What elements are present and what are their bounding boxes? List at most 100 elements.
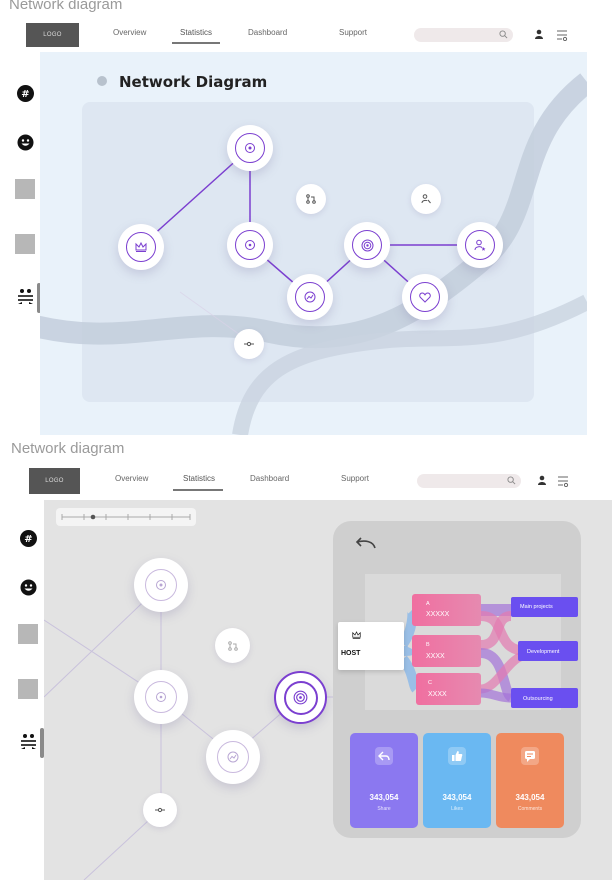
crown-icon bbox=[352, 631, 361, 639]
share-icon bbox=[375, 747, 393, 765]
target-label: Development bbox=[527, 649, 560, 655]
user-tool-icon bbox=[421, 194, 431, 204]
target-label: Outsourcing bbox=[523, 696, 553, 702]
bullseye-icon bbox=[361, 239, 373, 251]
nav-dashboard[interactable]: Dashboard bbox=[248, 28, 287, 37]
source-value: XXXX bbox=[428, 691, 447, 698]
source-value: XXXX bbox=[426, 653, 445, 660]
svg-text:#: # bbox=[24, 534, 32, 545]
nav-support[interactable]: Support bbox=[339, 28, 367, 37]
source-node-c[interactable]: C XXXX bbox=[416, 673, 481, 705]
smiley-icon[interactable] bbox=[20, 579, 37, 596]
node-bullseye[interactable] bbox=[344, 222, 390, 268]
active-tab-indicator bbox=[173, 489, 223, 491]
user-icon[interactable] bbox=[537, 475, 547, 485]
section-title: Network diagram bbox=[9, 0, 123, 13]
placeholder-square[interactable] bbox=[18, 624, 38, 644]
node-chart[interactable] bbox=[287, 274, 333, 320]
stat-card-comments[interactable]: 343,054 Comments bbox=[496, 733, 564, 828]
stat-value: 343,054 bbox=[369, 793, 399, 802]
trend-chart-icon bbox=[227, 751, 239, 763]
node-commit[interactable] bbox=[234, 329, 264, 359]
host-label: HOST bbox=[341, 650, 361, 657]
search-input[interactable] bbox=[417, 474, 521, 488]
stat-value: 343,054 bbox=[515, 793, 545, 802]
search-input[interactable] bbox=[414, 28, 513, 42]
smiley-icon[interactable] bbox=[17, 134, 34, 151]
nav-dashboard[interactable]: Dashboard bbox=[250, 474, 289, 483]
nav-overview[interactable]: Overview bbox=[113, 28, 146, 37]
node-user-tool[interactable] bbox=[411, 184, 441, 214]
target-node-main-projects[interactable]: Main projects bbox=[511, 597, 578, 617]
node-detail-panel: HOST A XXXXX B XXXX C XXXX Main projects… bbox=[333, 521, 581, 838]
node-chart[interactable] bbox=[206, 730, 260, 784]
like-icon bbox=[448, 747, 466, 765]
node-user-star[interactable] bbox=[457, 222, 503, 268]
stat-label: Likes bbox=[451, 806, 463, 812]
git-commit-icon bbox=[244, 341, 254, 347]
stat-card-share[interactable]: 343,054 Share bbox=[350, 733, 418, 828]
source-letter: C bbox=[428, 680, 432, 686]
search-icon bbox=[507, 476, 516, 485]
node-heart[interactable] bbox=[402, 274, 448, 320]
node-pull-request[interactable] bbox=[215, 628, 250, 663]
git-pull-request-icon bbox=[306, 194, 316, 204]
user-star-icon bbox=[474, 239, 486, 251]
users-swap-icon[interactable] bbox=[20, 733, 37, 750]
target-node-outsourcing[interactable]: Outsourcing bbox=[511, 688, 578, 708]
nav-support[interactable]: Support bbox=[341, 474, 369, 483]
section-title: Network diagram bbox=[11, 440, 125, 457]
heart-icon bbox=[419, 291, 431, 303]
filter-menu-icon[interactable] bbox=[557, 475, 569, 487]
nav-statistics[interactable]: Statistics bbox=[180, 28, 212, 37]
node-center[interactable] bbox=[227, 222, 273, 268]
svg-text:#: # bbox=[21, 89, 29, 100]
stat-card-likes[interactable]: 343,054 Likes bbox=[423, 733, 491, 828]
bullseye-icon bbox=[293, 690, 308, 705]
node-bullseye-selected[interactable] bbox=[274, 671, 327, 724]
node-center[interactable] bbox=[134, 670, 188, 724]
users-swap-icon[interactable] bbox=[17, 288, 34, 305]
source-node-a[interactable]: A XXXXX bbox=[412, 594, 481, 626]
node-crown[interactable] bbox=[118, 224, 164, 270]
top-navigation-bar: LOGO Overview Statistics Dashboard Suppo… bbox=[26, 23, 587, 49]
network-canvas: Network Diagram bbox=[40, 52, 587, 435]
target-icon bbox=[245, 143, 255, 153]
nav-statistics[interactable]: Statistics bbox=[183, 474, 215, 483]
top-navigation-bar: LOGO Overview Statistics Dashboard Suppo… bbox=[29, 468, 590, 494]
logo[interactable]: LOGO bbox=[26, 23, 79, 47]
target-icon bbox=[156, 580, 166, 590]
hashtag-icon[interactable]: # bbox=[20, 530, 37, 547]
active-tab-indicator bbox=[172, 42, 220, 44]
placeholder-square[interactable] bbox=[15, 179, 35, 199]
node-target-top[interactable] bbox=[134, 558, 188, 612]
source-value: XXXXX bbox=[426, 611, 450, 618]
target-label: Main projects bbox=[520, 604, 553, 610]
host-node[interactable]: HOST bbox=[338, 622, 404, 670]
nav-overview[interactable]: Overview bbox=[115, 474, 148, 483]
stat-label: Share bbox=[377, 806, 391, 812]
placeholder-square[interactable] bbox=[15, 234, 35, 254]
search-icon bbox=[499, 30, 508, 39]
stat-value: 343,054 bbox=[442, 793, 472, 802]
comment-icon bbox=[521, 747, 539, 765]
node-target-top[interactable] bbox=[227, 125, 273, 171]
crown-icon bbox=[135, 242, 147, 252]
node-pull-request[interactable] bbox=[296, 184, 326, 214]
source-letter: A bbox=[426, 601, 430, 607]
target-node-development[interactable]: Development bbox=[518, 641, 578, 661]
stat-label: Comments bbox=[517, 806, 543, 812]
hashtag-icon[interactable]: # bbox=[17, 85, 34, 102]
filter-menu-icon[interactable] bbox=[556, 29, 568, 41]
trend-chart-icon bbox=[304, 291, 316, 303]
placeholder-square[interactable] bbox=[18, 679, 38, 699]
circle-dot-icon bbox=[245, 240, 255, 250]
circle-dot-icon bbox=[156, 692, 166, 702]
source-letter: B bbox=[426, 642, 430, 648]
git-pull-request-icon bbox=[227, 640, 238, 651]
user-icon[interactable] bbox=[534, 29, 544, 39]
node-commit[interactable] bbox=[143, 793, 177, 827]
logo[interactable]: LOGO bbox=[29, 468, 80, 494]
git-commit-icon bbox=[155, 807, 165, 813]
source-node-b[interactable]: B XXXX bbox=[412, 635, 481, 667]
